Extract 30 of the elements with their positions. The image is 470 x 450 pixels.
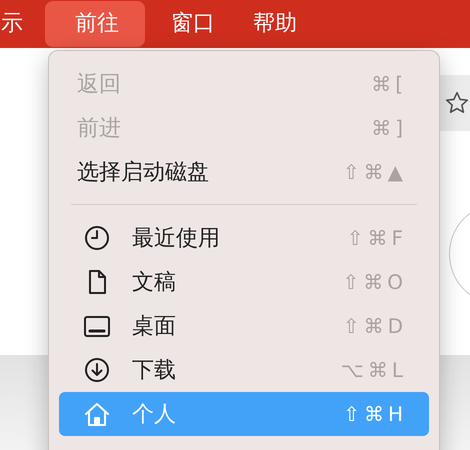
shortcut-label: ⇧⌘O (342, 270, 407, 294)
shortcut-label: ⇧⌘H (343, 402, 407, 426)
shortcut-label: ⇧⌘D (342, 314, 407, 338)
menu-bar-item[interactable]: 帮助 (241, 1, 309, 47)
menu-item-label: 桌面 (132, 313, 176, 341)
menu-item-label: 个人 (132, 401, 176, 429)
menu-item[interactable]: 最近使用 ⇧⌘F (59, 216, 429, 260)
menu-bar-item[interactable]: 示 (0, 1, 35, 47)
shortcut-label: ⇧⌘F (346, 226, 407, 250)
shortcut-label: ⌘] (371, 116, 407, 140)
menu-item[interactable]: 个人 ⇧⌘H (59, 392, 429, 436)
menu-item[interactable]: 桌面 ⇧⌘D (59, 304, 429, 348)
menu-item[interactable]: 下载 ⌥⌘L (59, 348, 429, 392)
home-icon (83, 400, 111, 428)
menu-item-label: 文稿 (132, 269, 176, 297)
shortcut-label: ⌘[ (371, 72, 407, 96)
menu-item[interactable]: 选择启动磁盘 ⇧⌘▲ (59, 150, 429, 194)
menu-item[interactable]: 文稿 ⇧⌘O (59, 260, 429, 304)
menu-item-label: 最近使用 (132, 225, 220, 253)
star-icon[interactable] (444, 90, 470, 116)
menu-item-label: 返回 (77, 71, 121, 99)
download-icon (83, 356, 111, 384)
menu-item-label: 前进 (77, 115, 121, 143)
shortcut-label: ⌥⌘L (340, 358, 407, 382)
menu-item-label: 下载 (132, 357, 176, 385)
clock-icon (83, 224, 111, 252)
menu-bar-item[interactable]: 前往 (45, 1, 145, 47)
menu-item-label: 选择启动磁盘 (77, 159, 209, 187)
shortcut-label: ⇧⌘▲ (342, 160, 407, 184)
menu-bar-item[interactable]: 窗口 (159, 1, 227, 47)
